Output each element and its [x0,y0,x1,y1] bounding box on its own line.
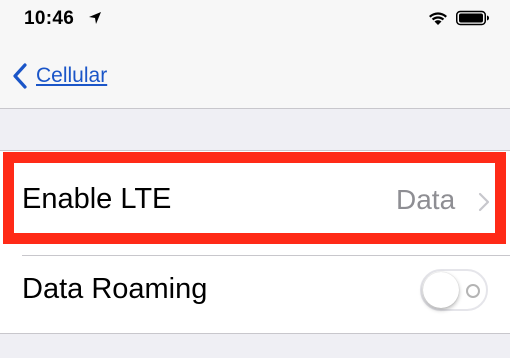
data-roaming-toggle[interactable] [420,269,488,311]
location-arrow-icon [89,12,101,24]
battery-icon [456,10,489,26]
data-roaming-label: Data Roaming [22,273,208,305]
navigation-bar: Cellular [0,40,510,109]
wifi-icon [429,12,447,25]
highlight-annotation-box [3,152,506,244]
back-button[interactable]: Cellular [36,64,107,88]
toggle-knob [423,272,459,308]
row-separator [22,255,510,256]
status-time: 10:46 [24,8,75,29]
toggle-off-indicator-icon [466,284,480,298]
chevron-left-icon[interactable] [12,63,28,89]
status-bar: 10:46 [0,0,510,40]
